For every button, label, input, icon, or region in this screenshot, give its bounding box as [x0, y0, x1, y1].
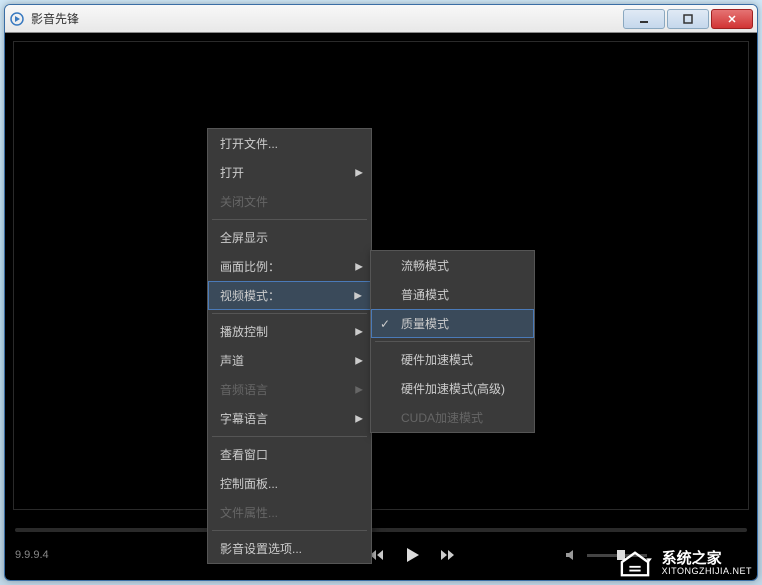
menu-audio-lang: 音频语言▶ [208, 375, 371, 404]
submenu-smooth[interactable]: 流畅模式 [371, 251, 534, 280]
context-menu: 打开文件... 打开▶ 关闭文件 全屏显示 画面比例：▶ 视频模式：▶ 播放控制… [207, 128, 372, 564]
menu-video-mode[interactable]: 视频模式：▶ [208, 281, 371, 310]
chevron-right-icon: ▶ [355, 384, 363, 395]
menu-subtitle-lang[interactable]: 字幕语言▶ [208, 404, 371, 433]
chevron-right-icon: ▶ [355, 261, 363, 272]
menu-open[interactable]: 打开▶ [208, 158, 371, 187]
chevron-right-icon: ▶ [354, 290, 362, 301]
menu-separator [212, 313, 367, 314]
menu-view-window[interactable]: 查看窗口 [208, 440, 371, 469]
chevron-right-icon: ▶ [355, 413, 363, 424]
menu-separator [212, 530, 367, 531]
window-title: 影音先锋 [31, 10, 623, 27]
menu-file-props: 文件属性... [208, 498, 371, 527]
watermark-main: 系统之家 [662, 551, 752, 568]
menu-aspect-ratio[interactable]: 画面比例：▶ [208, 252, 371, 281]
submenu-cuda: CUDA加速模式 [371, 403, 534, 432]
app-icon [9, 11, 25, 27]
next-icon[interactable] [439, 549, 455, 561]
version-label: 9.9.9.4 [15, 549, 49, 561]
window-controls [623, 9, 753, 29]
close-button[interactable] [711, 9, 753, 29]
check-icon: ✓ [380, 317, 390, 331]
watermark: 系统之家 XITONGZHIJIA.NET [616, 549, 752, 579]
play-icon[interactable] [403, 546, 421, 564]
menu-fullscreen[interactable]: 全屏显示 [208, 223, 371, 252]
volume-icon[interactable] [565, 549, 579, 561]
menu-separator [212, 219, 367, 220]
watermark-text: 系统之家 XITONGZHIJIA.NET [662, 551, 752, 577]
menu-audio-track[interactable]: 声道▶ [208, 346, 371, 375]
titlebar: 影音先锋 [5, 5, 757, 33]
menu-play-control[interactable]: 播放控制▶ [208, 317, 371, 346]
menu-open-file[interactable]: 打开文件... [208, 129, 371, 158]
submenu-quality[interactable]: ✓质量模式 [371, 309, 534, 338]
minimize-button[interactable] [623, 9, 665, 29]
progress-bar[interactable] [15, 528, 747, 532]
menu-close-file: 关闭文件 [208, 187, 371, 216]
chevron-right-icon: ▶ [355, 326, 363, 337]
chevron-right-icon: ▶ [355, 167, 363, 178]
menu-settings[interactable]: 影音设置选项... [208, 534, 371, 563]
menu-control-panel[interactable]: 控制面板... [208, 469, 371, 498]
submenu-normal[interactable]: 普通模式 [371, 280, 534, 309]
video-mode-submenu: 流畅模式 普通模式 ✓质量模式 硬件加速模式 硬件加速模式(高级) CUDA加速… [370, 250, 535, 433]
maximize-button[interactable] [667, 9, 709, 29]
watermark-icon [616, 549, 654, 579]
submenu-hw-accel-adv[interactable]: 硬件加速模式(高级) [371, 374, 534, 403]
menu-separator [375, 341, 530, 342]
watermark-sub: XITONGZHIJIA.NET [662, 567, 752, 577]
chevron-right-icon: ▶ [355, 355, 363, 366]
menu-separator [212, 436, 367, 437]
submenu-hw-accel[interactable]: 硬件加速模式 [371, 345, 534, 374]
